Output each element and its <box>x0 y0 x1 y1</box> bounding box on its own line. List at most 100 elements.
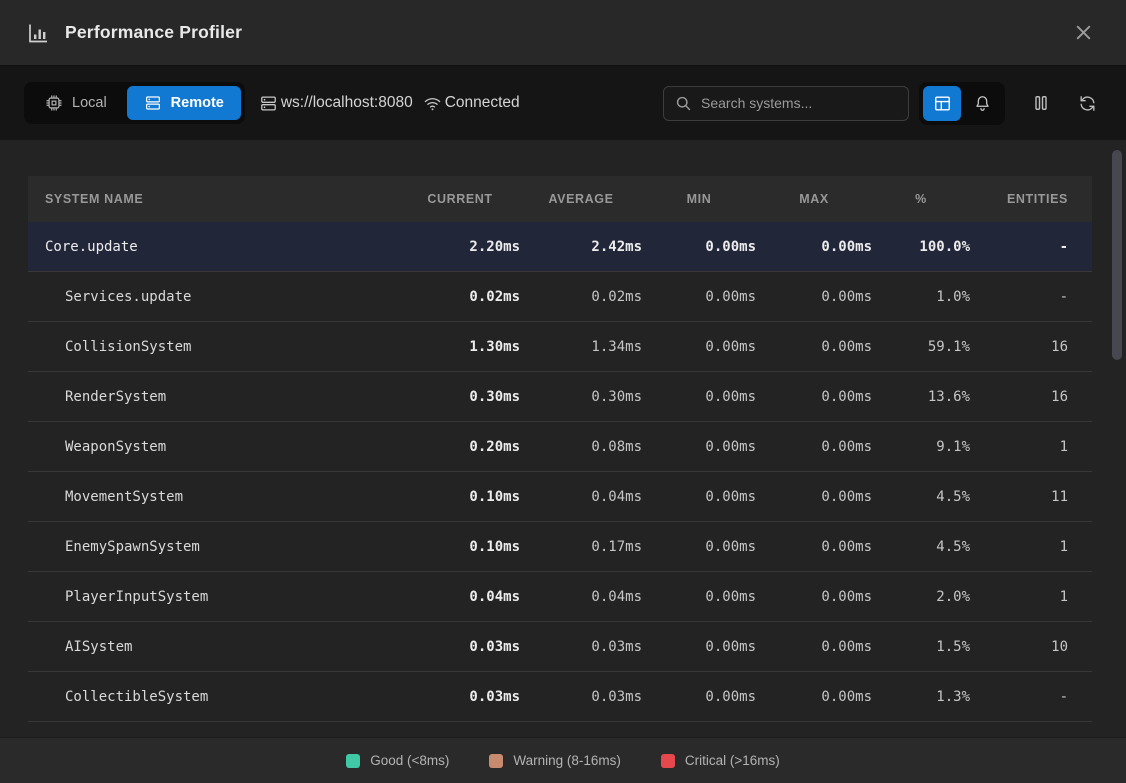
entities-cell: 16 <box>970 339 1068 355</box>
status-legend: Good (<8ms) Warning (8-16ms) Critical (>… <box>0 737 1126 783</box>
average-cell: 0.03ms <box>520 689 642 705</box>
close-button[interactable] <box>1069 18 1098 47</box>
current-cell: 0.02ms <box>400 289 520 305</box>
average-cell: 0.02ms <box>520 289 642 305</box>
max-cell: 0.00ms <box>756 339 872 355</box>
table-row[interactable]: EnemySpawnSystem0.10ms0.17ms0.00ms0.00ms… <box>28 522 1092 572</box>
table-row[interactable]: AISystem0.03ms0.03ms0.00ms0.00ms1.5%10 <box>28 622 1092 672</box>
toolbar: Local Remote ws://localhost:8080 <box>0 66 1126 140</box>
column-header-average[interactable]: AVERAGE <box>520 192 642 206</box>
system-name-cell: EnemySpawnSystem <box>28 539 400 555</box>
average-cell: 0.04ms <box>520 489 642 505</box>
performance-profiler-window: Performance Profiler Local <box>0 0 1126 783</box>
local-mode-button[interactable]: Local <box>28 86 124 120</box>
scrollbar-thumb[interactable] <box>1112 150 1122 360</box>
table-view-button[interactable] <box>923 86 961 121</box>
max-cell: 0.00ms <box>756 689 872 705</box>
remote-mode-button[interactable]: Remote <box>127 86 241 120</box>
average-cell: 0.03ms <box>520 639 642 655</box>
entities-cell: 1 <box>970 539 1068 555</box>
table-row[interactable]: WeaponSystem0.20ms0.08ms0.00ms0.00ms9.1%… <box>28 422 1092 472</box>
system-name-cell: Core.update <box>28 239 400 255</box>
server-icon <box>259 94 278 113</box>
pause-icon <box>1031 93 1051 113</box>
system-name-cell: MovementSystem <box>28 489 400 505</box>
connection-status: Connected <box>445 94 520 112</box>
percent-cell: 59.1% <box>872 339 970 355</box>
table-row[interactable]: RenderSystem0.30ms0.30ms0.00ms0.00ms13.6… <box>28 372 1092 422</box>
current-cell: 0.04ms <box>400 589 520 605</box>
percent-cell: 13.6% <box>872 389 970 405</box>
entities-cell: 11 <box>970 489 1068 505</box>
profiler-main: SYSTEM NAME CURRENT AVERAGE MIN MAX % EN… <box>0 140 1126 737</box>
average-cell: 1.34ms <box>520 339 642 355</box>
legend-label-critical: Critical (>16ms) <box>685 753 780 768</box>
entities-cell: 10 <box>970 639 1068 655</box>
legend-label-warning: Warning (8-16ms) <box>513 753 621 768</box>
table-row[interactable]: CollectibleSystem0.03ms0.03ms0.00ms0.00m… <box>28 672 1092 722</box>
percent-cell: 2.0% <box>872 589 970 605</box>
table-row[interactable]: Services.update0.02ms0.02ms0.00ms0.00ms1… <box>28 272 1092 322</box>
wifi-icon <box>423 94 442 113</box>
current-cell: 0.03ms <box>400 689 520 705</box>
table-view-icon <box>933 94 952 113</box>
column-header-entities[interactable]: ENTITIES <box>970 192 1068 206</box>
percent-cell: 1.0% <box>872 289 970 305</box>
min-cell: 0.00ms <box>642 489 756 505</box>
search-box <box>663 86 909 121</box>
current-cell: 0.30ms <box>400 389 520 405</box>
table-row[interactable]: Core.update2.20ms2.42ms0.00ms0.00ms100.0… <box>28 222 1092 272</box>
current-cell: 2.20ms <box>400 239 520 255</box>
current-cell: 1.30ms <box>400 339 520 355</box>
table-row[interactable]: CollisionSystem1.30ms1.34ms0.00ms0.00ms5… <box>28 322 1092 372</box>
cpu-chip-icon <box>45 94 63 112</box>
percent-cell: 1.5% <box>872 639 970 655</box>
min-cell: 0.00ms <box>642 589 756 605</box>
average-cell: 0.30ms <box>520 389 642 405</box>
remote-mode-label: Remote <box>171 95 224 111</box>
min-cell: 0.00ms <box>642 439 756 455</box>
table-body: Core.update2.20ms2.42ms0.00ms0.00ms100.0… <box>28 222 1092 722</box>
refresh-button[interactable] <box>1074 90 1100 116</box>
entities-cell: 1 <box>970 589 1068 605</box>
column-header-current[interactable]: CURRENT <box>400 192 520 206</box>
pause-button[interactable] <box>1028 90 1054 116</box>
min-cell: 0.00ms <box>642 539 756 555</box>
average-cell: 0.08ms <box>520 439 642 455</box>
page-title: Performance Profiler <box>65 22 242 43</box>
websocket-url-group: ws://localhost:8080 <box>259 94 413 113</box>
system-name-cell: PlayerInputSystem <box>28 589 400 605</box>
percent-cell: 1.3% <box>872 689 970 705</box>
alerts-button[interactable] <box>963 86 1001 121</box>
search-icon <box>675 95 692 112</box>
max-cell: 0.00ms <box>756 539 872 555</box>
search-input[interactable] <box>701 95 897 111</box>
average-cell: 2.42ms <box>520 239 642 255</box>
good-status-swatch <box>346 754 360 768</box>
column-header-system-name[interactable]: SYSTEM NAME <box>28 192 400 206</box>
max-cell: 0.00ms <box>756 389 872 405</box>
table-row[interactable]: MovementSystem0.10ms0.04ms0.00ms0.00ms4.… <box>28 472 1092 522</box>
min-cell: 0.00ms <box>642 639 756 655</box>
websocket-url: ws://localhost:8080 <box>281 94 413 112</box>
column-header-max[interactable]: MAX <box>756 192 872 206</box>
entities-cell: - <box>970 239 1068 255</box>
view-toggle <box>919 82 1005 125</box>
legend-item-good: Good (<8ms) <box>346 753 449 768</box>
max-cell: 0.00ms <box>756 489 872 505</box>
column-header-min[interactable]: MIN <box>642 192 756 206</box>
max-cell: 0.00ms <box>756 639 872 655</box>
min-cell: 0.00ms <box>642 389 756 405</box>
systems-table: SYSTEM NAME CURRENT AVERAGE MIN MAX % EN… <box>28 176 1092 722</box>
column-header-percent[interactable]: % <box>872 192 970 206</box>
average-cell: 0.04ms <box>520 589 642 605</box>
entities-cell: 16 <box>970 389 1068 405</box>
system-name-cell: CollectibleSystem <box>28 689 400 705</box>
local-mode-label: Local <box>72 95 107 111</box>
current-cell: 0.20ms <box>400 439 520 455</box>
table-row[interactable]: PlayerInputSystem0.04ms0.04ms0.00ms0.00m… <box>28 572 1092 622</box>
max-cell: 0.00ms <box>756 239 872 255</box>
legend-item-critical: Critical (>16ms) <box>661 753 780 768</box>
connection-status-group: Connected <box>423 94 520 113</box>
max-cell: 0.00ms <box>756 589 872 605</box>
